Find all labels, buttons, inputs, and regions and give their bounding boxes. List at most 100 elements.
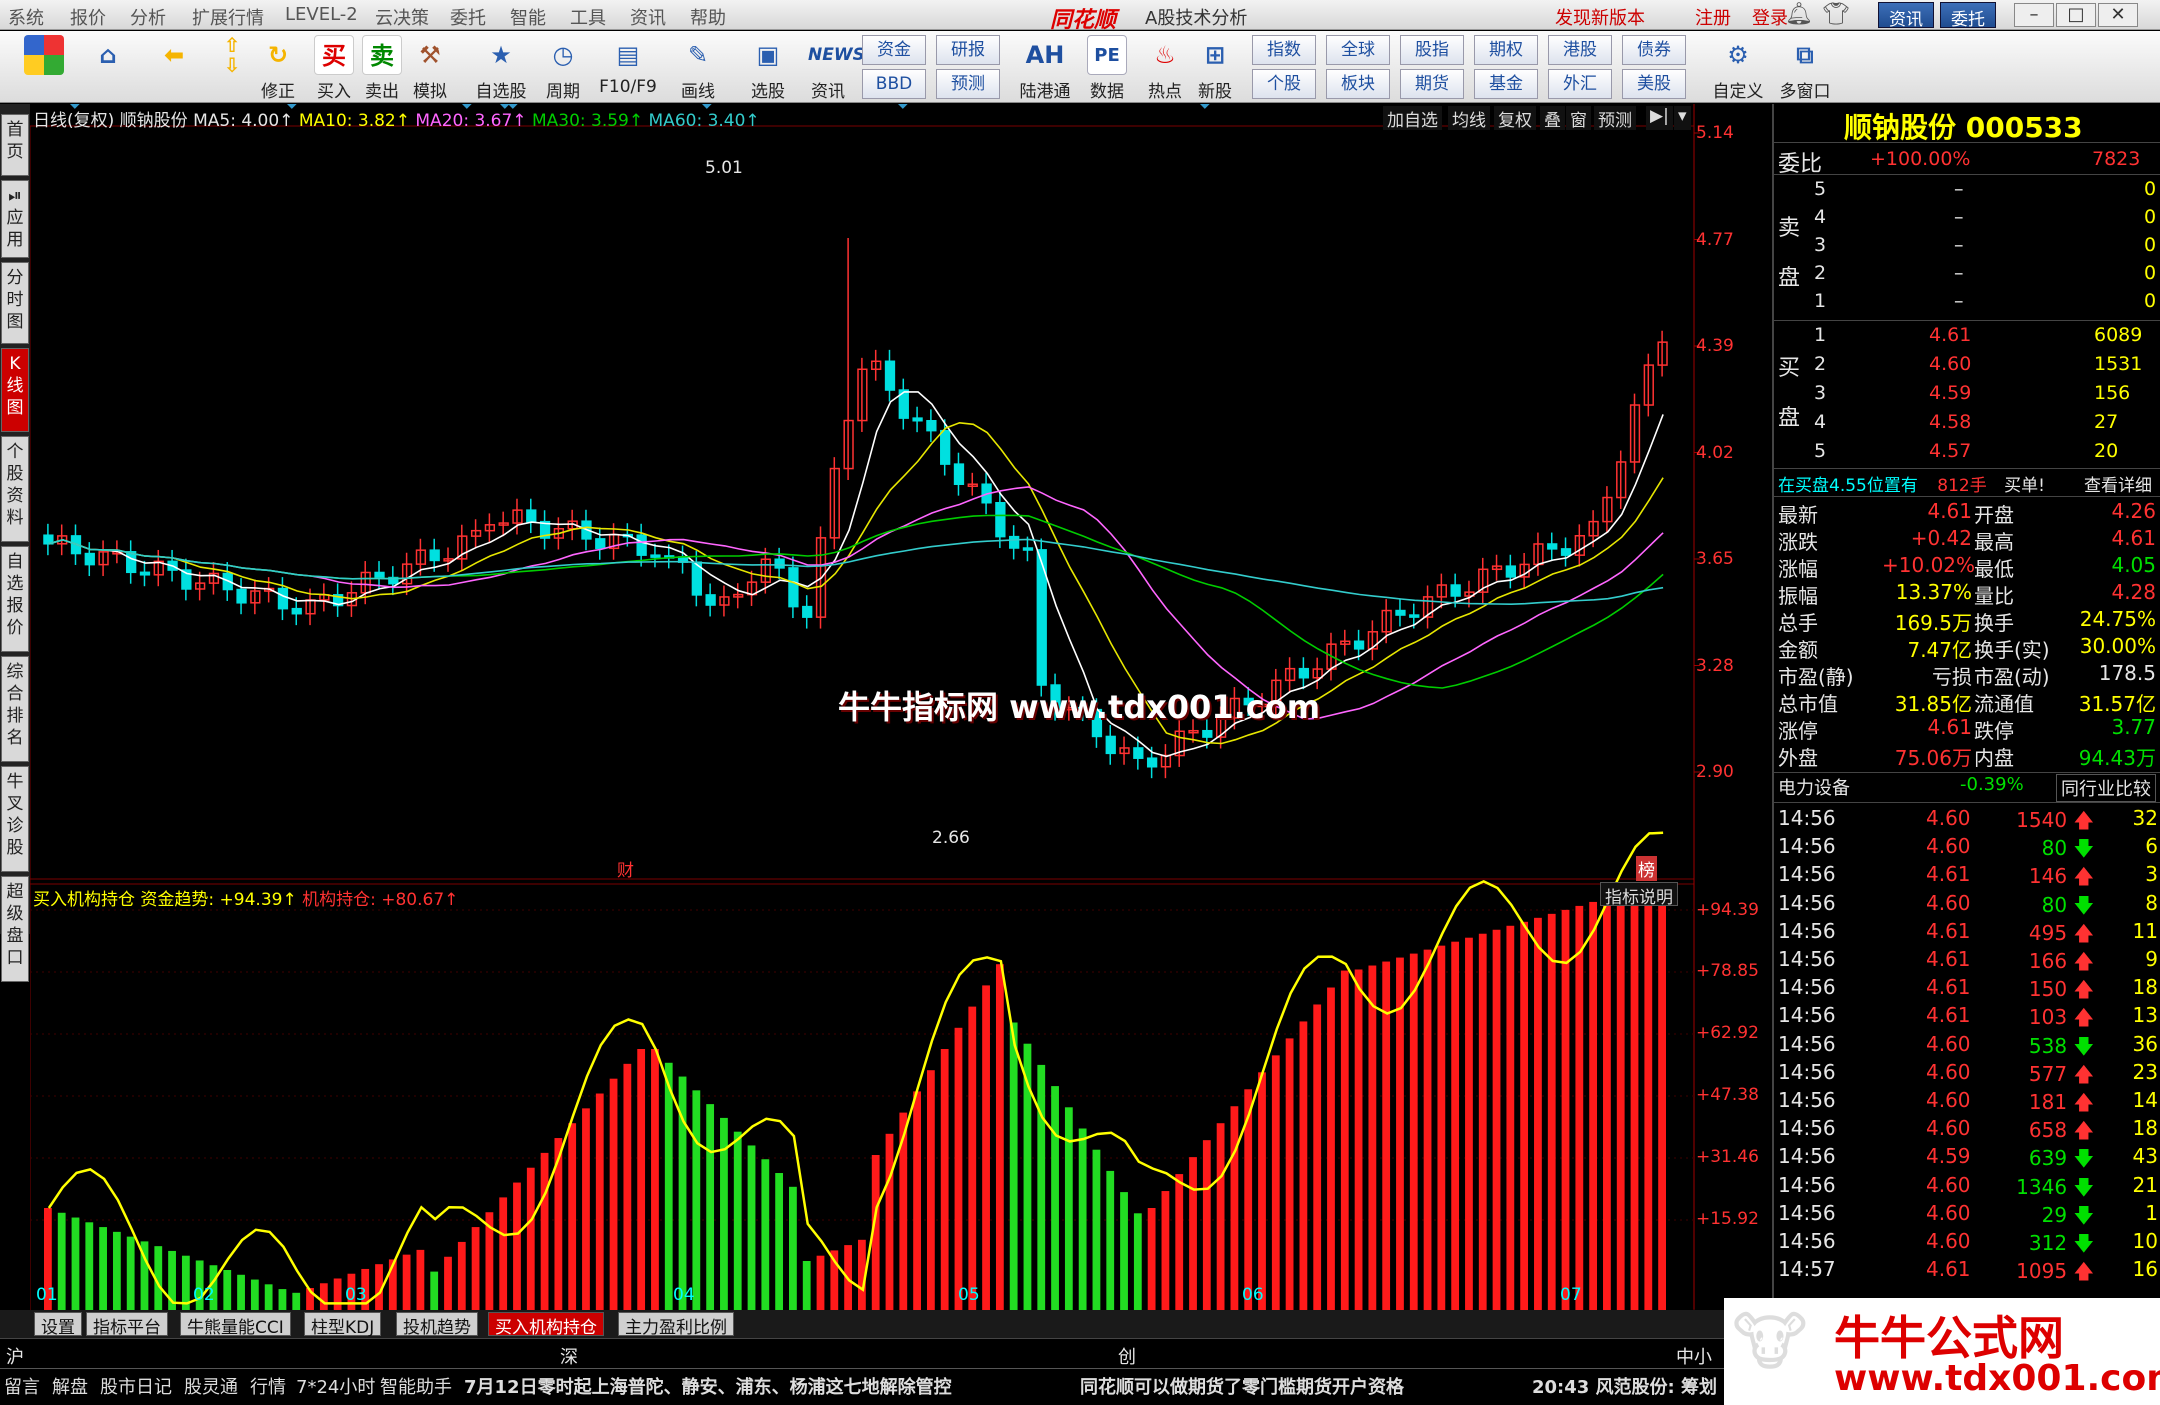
menu-cloud[interactable]: 云决策 xyxy=(375,4,429,30)
main-profit-ratio-tab[interactable]: 主力盈利比例 xyxy=(618,1312,734,1338)
tab-home[interactable]: 首页 xyxy=(1,114,29,176)
news-ticker-2[interactable]: 同花顺可以做期货了零门槛期货开户资格 xyxy=(1080,1373,1404,1399)
hot-button[interactable]: ♨ 热点 xyxy=(1138,33,1192,102)
multiwindow-button[interactable]: ⧉ 多窗口 xyxy=(1772,33,1838,102)
market-comment-button[interactable]: 解盘 xyxy=(52,1373,88,1399)
finance-marker[interactable]: 财 xyxy=(617,856,634,881)
us-stock-button[interactable]: 美股 xyxy=(1622,69,1686,99)
adjust-button[interactable]: 复权 xyxy=(1494,106,1536,131)
indicator-platform-tab[interactable]: 指标平台 xyxy=(86,1312,168,1338)
tab-intraday[interactable]: 分时图 xyxy=(1,262,29,344)
smart-assistant-button[interactable]: 智能助手 xyxy=(380,1373,452,1399)
view-detail-link[interactable]: 查看详细 xyxy=(2084,471,2152,496)
global-button[interactable]: 全球 xyxy=(1326,35,1390,65)
hk-connect-button[interactable]: AH 陆港通 xyxy=(1015,33,1075,102)
forex-button[interactable]: 外汇 xyxy=(1548,69,1612,99)
add-watchlist-button[interactable]: 加自选 xyxy=(1383,106,1442,131)
index-zx[interactable]: 中小 xyxy=(1676,1343,1712,1369)
stock-diary-button[interactable]: 股市日记 xyxy=(100,1373,172,1399)
news-button[interactable]: 资讯 xyxy=(1878,2,1934,30)
menu-quote[interactable]: 报价 xyxy=(70,4,106,30)
home-button[interactable]: ⌂ xyxy=(82,33,134,101)
new-stock-button[interactable]: ⊞ 新股 xyxy=(1188,33,1242,102)
forecast-chart-button[interactable]: 预测 xyxy=(1594,106,1636,131)
login-link[interactable]: 登录 xyxy=(1752,4,1788,30)
index-sh[interactable]: 沪 xyxy=(6,1343,24,1369)
futures-button[interactable]: 期货 xyxy=(1400,69,1464,99)
institution-holding-tab[interactable]: 买入机构持仓 xyxy=(488,1312,604,1338)
news-ticker-1[interactable]: 7月12日零时起上海普陀、静安、浦东、杨浦这七地解除管控 xyxy=(464,1373,952,1399)
kdj-tab[interactable]: 柱型KDJ xyxy=(304,1312,382,1338)
bell-icon[interactable]: 🔔︎ xyxy=(1785,2,1813,27)
watchlist-button[interactable]: ★ 自选股 xyxy=(468,33,534,102)
bbd-button[interactable]: BBD xyxy=(862,69,926,99)
register-link[interactable]: 注册 xyxy=(1695,4,1731,30)
stock-link-button[interactable]: 股灵通 xyxy=(184,1373,238,1399)
custom-button[interactable]: ⚙ 自定义 xyxy=(1705,33,1771,102)
new-version-link[interactable]: 发现新版本 xyxy=(1555,4,1645,30)
ranking-marker[interactable]: 榜 xyxy=(1636,856,1657,881)
close-icon[interactable]: ✕ xyxy=(2098,3,2138,27)
collapse-icon[interactable]: ▶| xyxy=(1646,106,1673,130)
buy-notice[interactable]: 在买盘4.55位置有 812手 买单! xyxy=(1778,471,2045,496)
refresh-button[interactable]: ↻ 修正 xyxy=(252,33,304,102)
message-button[interactable]: 留言 xyxy=(4,1373,40,1399)
fund-button[interactable]: 资金 xyxy=(862,35,926,65)
ma-toggle-button[interactable]: 均线 xyxy=(1448,106,1490,131)
options-button[interactable]: 期权 xyxy=(1474,35,1538,65)
24h-button[interactable]: 7*24小时 xyxy=(296,1373,375,1399)
draw-button[interactable]: ✎ 画线 xyxy=(668,33,728,102)
menu-analysis[interactable]: 分析 xyxy=(130,4,166,30)
news-ticker-3[interactable]: 20:43 风范股份: 筹划 xyxy=(1532,1373,1717,1399)
research-button[interactable]: 研报 xyxy=(936,35,1000,65)
menu-trade[interactable]: 委托 xyxy=(450,4,486,30)
menu-ext-market[interactable]: 扩展行情 xyxy=(192,4,264,30)
settings-tab[interactable]: 设置 xyxy=(34,1312,82,1338)
menu-help[interactable]: 帮助 xyxy=(690,4,726,30)
indicator-explain-button[interactable]: 指标说明 xyxy=(1600,882,1678,908)
sell-button[interactable]: 卖卖出 xyxy=(356,33,408,102)
f10-button[interactable]: ▤ F10/F9 xyxy=(596,33,660,101)
stock-filter-button[interactable]: ▣ 选股 xyxy=(738,33,798,102)
menu-tools[interactable]: 工具 xyxy=(570,4,606,30)
speculation-trend-tab[interactable]: 投机趋势 xyxy=(396,1312,478,1338)
menu-info[interactable]: 资讯 xyxy=(630,4,666,30)
index-button[interactable]: 指数 xyxy=(1252,35,1316,65)
bond-button[interactable]: 债券 xyxy=(1622,35,1686,65)
menu-smart[interactable]: 智能 xyxy=(510,4,546,30)
minimize-icon[interactable]: – xyxy=(2014,3,2054,27)
simulate-button[interactable]: ⚒ 模拟 xyxy=(404,33,456,102)
dropdown-icon[interactable]: ▾ xyxy=(1674,106,1691,130)
data-button[interactable]: PE 数据 xyxy=(1080,33,1134,102)
market-button[interactable]: 行情 xyxy=(250,1373,286,1399)
tab-profile[interactable]: 个股资料 xyxy=(1,436,29,542)
hk-stock-button[interactable]: 港股 xyxy=(1548,35,1612,65)
period-button[interactable]: ◷ 周期 xyxy=(534,33,592,102)
window-button[interactable]: 窗 xyxy=(1566,106,1591,131)
tab-diagnosis[interactable]: 牛叉诊股 xyxy=(1,766,29,872)
tab-ranking[interactable]: 综合排名 xyxy=(1,656,29,762)
tab-kline[interactable]: K线图 xyxy=(1,348,29,432)
updown-button[interactable]: ⇧ ⇩ xyxy=(206,33,258,101)
overlay-button[interactable]: 叠 xyxy=(1540,106,1565,131)
menu-system[interactable]: 系统 xyxy=(8,4,44,30)
index-sz[interactable]: 深 xyxy=(560,1343,578,1369)
single-stock-button[interactable]: 个股 xyxy=(1252,69,1316,99)
back-button[interactable]: ⬅ xyxy=(148,33,200,101)
sector-button[interactable]: 板块 xyxy=(1326,69,1390,99)
maximize-icon[interactable]: □ xyxy=(2056,3,2096,27)
trade-button[interactable]: 委托 xyxy=(1940,2,1996,30)
tab-apps[interactable]: ⏯ 应用 xyxy=(1,180,29,258)
industry-compare-button[interactable]: 同行业比较 xyxy=(2056,774,2156,802)
index-cy[interactable]: 创 xyxy=(1118,1343,1136,1369)
cci-tab[interactable]: 牛熊量能CCI xyxy=(180,1312,291,1338)
tab-watchlist[interactable]: 自选报价 xyxy=(1,546,29,652)
stock-index-button[interactable]: 股指 xyxy=(1400,35,1464,65)
shirt-icon[interactable]: 👕︎ xyxy=(1822,2,1850,27)
funds-button[interactable]: 基金 xyxy=(1474,69,1538,99)
layout-button[interactable] xyxy=(18,33,70,101)
news-tool-button[interactable]: NEWS 资讯 xyxy=(802,33,865,102)
forecast-button[interactable]: 预测 xyxy=(936,69,1000,99)
tab-super-order[interactable]: 超级盘口 xyxy=(1,876,29,982)
sector-name[interactable]: 电力设备 xyxy=(1778,774,1850,800)
